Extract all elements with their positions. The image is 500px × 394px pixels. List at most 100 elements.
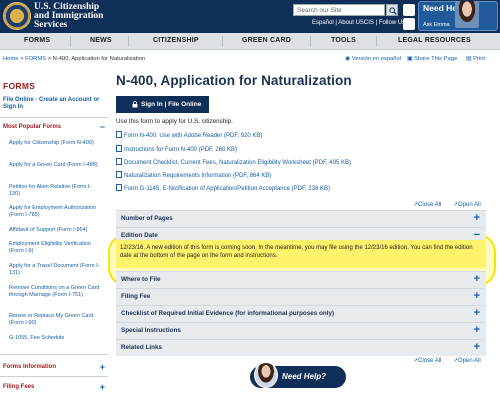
brand-wordmark[interactable]: U.S. Citizenship and Immigration Service… (34, 2, 103, 30)
open-all-link-bottom[interactable]: ↗Open All (453, 357, 481, 364)
document-icon (116, 171, 122, 178)
collapse-popular-toggle[interactable]: − (100, 123, 105, 132)
globe-icon: ◉ (345, 56, 351, 62)
edition-date-content: 12/23/16. A new edition of this form is … (116, 240, 486, 268)
most-popular-forms-heading[interactable]: Most Popular Forms (3, 124, 61, 130)
open-all-label: Open All (458, 358, 481, 364)
breadcrumb-home[interactable]: Home (3, 56, 18, 62)
open-all-link[interactable]: ↗Open All (453, 201, 481, 208)
divider (0, 354, 108, 355)
nav-item-citizenship[interactable]: CITIZENSHIP (153, 37, 199, 44)
filing-fees-heading[interactable]: Filing Fees (3, 384, 34, 390)
sidebar-title: FORMS (3, 81, 36, 91)
nav-item-tools[interactable]: TOOLS (331, 37, 356, 44)
search-button[interactable] (386, 4, 398, 16)
spanish-version-link[interactable]: ◉ Versión en español (345, 56, 401, 62)
nav-item-forms[interactable]: FORMS (24, 37, 50, 44)
doc-link-form-n400[interactable]: Form N-400: Use with Adobe Reader (PDF, … (116, 131, 262, 139)
sidebar-item-n400[interactable]: Apply for Citizenship (Form N-400) (9, 140, 101, 147)
forms-information-heading[interactable]: Forms Information (3, 364, 56, 370)
accordion-number-of-pages[interactable]: Number of Pages + (116, 210, 486, 227)
divider (0, 376, 108, 377)
accordion-filing-fee[interactable]: Filing Fee + (116, 288, 486, 305)
accordion-special-instructions[interactable]: Special Instructions + (116, 322, 486, 339)
close-all-label: Close All (418, 358, 442, 364)
doc-link-label: Instructions for Form N-400 (PDF, 260 KB… (124, 147, 238, 153)
nav-item-legal-resources[interactable]: LEGAL RESOURCES (398, 37, 471, 44)
accordion-label: Where to File (121, 276, 161, 283)
nav-item-green-card[interactable]: GREEN CARD (242, 37, 291, 44)
expand-filing-fees-toggle[interactable]: + (100, 383, 105, 392)
doc-link-label: Form N-400: Use with Adobe Reader (PDF, … (124, 133, 263, 139)
share-page-link[interactable]: ▣ Share This Page (407, 56, 457, 62)
close-all-link[interactable]: ↗Close All (413, 201, 441, 208)
plus-icon: + (473, 212, 480, 224)
search-input[interactable]: Search our Site (293, 4, 385, 16)
sidebar: FORMS File Online - Create an Account or… (0, 74, 108, 394)
divider (0, 117, 108, 118)
sidebar-item-i9[interactable]: Employment Eligibility Verification (For… (9, 241, 101, 255)
close-all-link-bottom[interactable]: ↗Close All (413, 357, 441, 364)
doc-link-g1145[interactable]: Form G-1145, E-Notification of Applicati… (116, 184, 330, 192)
sign-in-file-online-button[interactable]: Sign In | File Online (116, 96, 209, 113)
doc-link-requirements[interactable]: Naturalization Requirements Information … (116, 171, 271, 179)
nav-divider (70, 36, 71, 47)
search-icon (389, 7, 397, 15)
document-icon (116, 145, 122, 152)
sidebar-item-i765[interactable]: Apply for Employment Authorization (Form… (9, 205, 101, 219)
form-purpose-text: Use this form to apply for U.S. citizens… (116, 118, 233, 125)
accordion-where-to-file[interactable]: Where to File + (116, 271, 486, 288)
plus-icon: + (473, 307, 480, 319)
close-all-label: Close All (418, 202, 442, 208)
doc-link-label: Form G-1145, E-Notification of Applicati… (124, 186, 330, 192)
share-page-label: Share This Page (414, 56, 458, 62)
sidebar-item-i485[interactable]: Apply for a Green Card (Form I-485) (9, 162, 101, 169)
dhs-seal-logo[interactable] (3, 2, 31, 30)
print-icon: ▤ (466, 56, 472, 62)
accordion-label: Related Links (121, 344, 162, 351)
doc-link-label: Naturalization Requirements Information … (124, 173, 272, 179)
document-icon (116, 131, 122, 138)
breadcrumb-current: N-400, Application for Naturalization (52, 56, 146, 62)
accordion-label: Special Instructions (121, 327, 181, 334)
utility-links[interactable]: Español | About USCIS | Follow Us (312, 20, 405, 26)
sidebar-item-i864[interactable]: Affidavit of Support (Form I-864) (9, 227, 101, 234)
accordion-checklist[interactable]: Checklist of Required Initial Evidence (… (116, 305, 486, 322)
nav-item-news[interactable]: NEWS (90, 37, 112, 44)
accordion-label: Checklist of Required Initial Evidence (… (121, 310, 335, 317)
document-icon (116, 158, 122, 165)
nav-divider (310, 36, 311, 47)
main-nav: FORMS NEWS CITIZENSHIP GREEN CARD TOOLS … (0, 33, 500, 50)
nav-divider (128, 36, 129, 47)
file-online-link[interactable]: File Online - Create an Account or Sign … (3, 97, 103, 111)
sidebar-item-i751[interactable]: Remove Conditions on a Green Card throug… (9, 285, 101, 299)
ask-emma-label: Ask Emma (423, 22, 450, 28)
plus-icon: + (473, 273, 480, 285)
sidebar-item-fee-schedule[interactable]: G-1055, Fee Schedule (9, 335, 101, 342)
open-all-label: Open All (458, 202, 481, 208)
plus-icon: + (473, 290, 480, 302)
sidebar-item-i90[interactable]: Renew or Replace My Green Card (Form I-9… (9, 313, 101, 327)
need-help-bottom-label: Need Help? (282, 372, 327, 381)
facebook-icon[interactable] (403, 4, 415, 16)
doc-link-label: Document Checklist, Current Fees, Natura… (124, 160, 351, 166)
brand-line-3: Services (34, 20, 68, 30)
plus-icon: + (473, 324, 480, 336)
spanish-version-label: Versión en español (351, 56, 401, 62)
expand-forms-info-toggle[interactable]: + (100, 363, 105, 372)
breadcrumb-forms[interactable]: FORMS (25, 56, 46, 62)
accordion-label: Edition Date (121, 232, 158, 239)
doc-link-instructions[interactable]: Instructions for Form N-400 (PDF, 260 KB… (116, 145, 237, 153)
twitter-icon[interactable] (403, 18, 415, 30)
print-link[interactable]: ▤ Print (466, 56, 485, 62)
breadcrumb: Home > FORMS > N-400, Application for Na… (3, 56, 146, 62)
accordion-related-links[interactable]: Related Links + (116, 339, 486, 356)
doc-link-checklist[interactable]: Document Checklist, Current Fees, Natura… (116, 158, 351, 166)
sidebar-item-i130[interactable]: Petition for Alien Relative (Form I-130) (9, 184, 101, 198)
emma-avatar-bottom[interactable] (254, 362, 278, 388)
site-header: U.S. Citizenship and Immigration Service… (0, 0, 500, 33)
nav-divider (222, 36, 223, 47)
emma-avatar[interactable] (455, 1, 479, 28)
sidebar-item-i131[interactable]: Apply for a Travel Document (Form I-131) (9, 263, 101, 277)
nav-divider (376, 36, 377, 47)
